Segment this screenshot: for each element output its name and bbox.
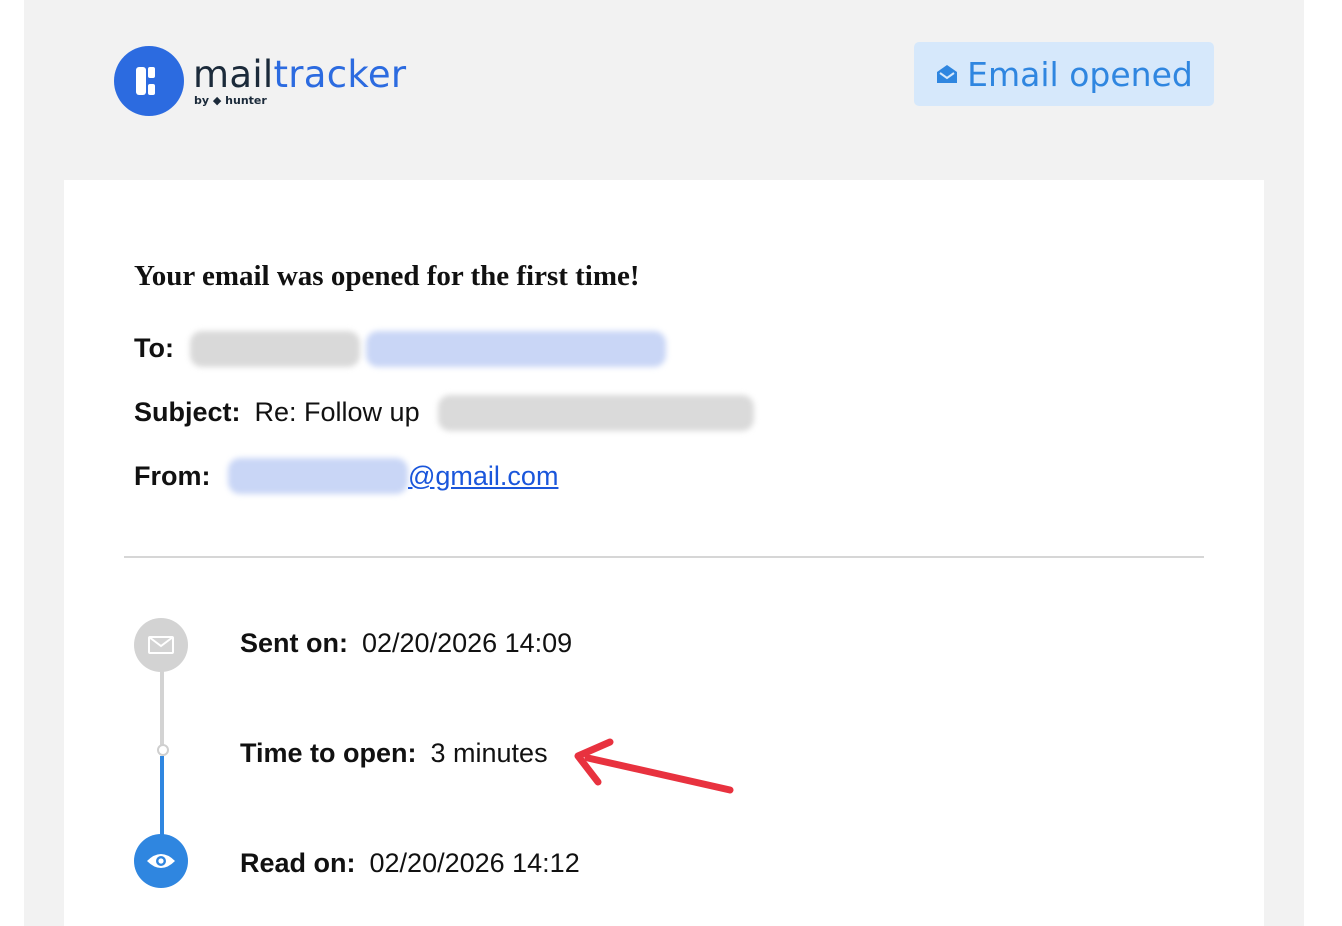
redacted-subject	[438, 395, 754, 431]
eye-icon	[134, 834, 188, 888]
time-to-open-label: Time to open:	[240, 738, 417, 768]
from-row: From:	[134, 458, 225, 494]
redacted-sender-user	[228, 458, 408, 494]
divider	[124, 556, 1204, 558]
sent-on-label: Sent on:	[240, 628, 348, 658]
from-label: From:	[134, 461, 211, 491]
envelope-open-icon	[937, 65, 958, 83]
time-to-open-value: 3 minutes	[430, 738, 548, 768]
envelope-icon	[134, 618, 188, 672]
read-on-label: Read on:	[240, 848, 356, 878]
subject-value: Re: Follow up	[254, 397, 420, 427]
email-heading: Your email was opened for the first time…	[134, 260, 640, 292]
email-card: Your email was opened for the first time…	[64, 180, 1264, 926]
subject-label: Subject:	[134, 397, 241, 427]
redacted-recipient-email	[366, 331, 666, 367]
brand-byline: by ◆ hunter	[194, 94, 267, 107]
redacted-recipient-name	[190, 331, 360, 367]
from-email-link[interactable]: @gmail.com	[408, 458, 558, 494]
annotation-arrow-icon	[574, 738, 734, 794]
to-row: To:	[134, 330, 188, 366]
timeline-line-complete	[160, 756, 164, 836]
subject-row: Subject: Re: Follow up	[134, 394, 420, 430]
read-on-row: Read on: 02/20/2026 14:12	[240, 845, 580, 881]
sent-on-row: Sent on: 02/20/2026 14:09	[240, 625, 572, 661]
sent-on-value: 02/20/2026 14:09	[362, 628, 573, 658]
status-badge-label: Email opened	[967, 54, 1193, 94]
timeline-line-pending	[160, 670, 164, 752]
timeline-midpoint	[157, 744, 169, 756]
mailtracker-logo-icon	[114, 46, 184, 116]
time-to-open-row: Time to open: 3 minutes	[240, 735, 548, 771]
read-on-value: 02/20/2026 14:12	[369, 848, 580, 878]
status-badge: Email opened	[914, 42, 1214, 106]
to-label: To:	[134, 333, 174, 363]
